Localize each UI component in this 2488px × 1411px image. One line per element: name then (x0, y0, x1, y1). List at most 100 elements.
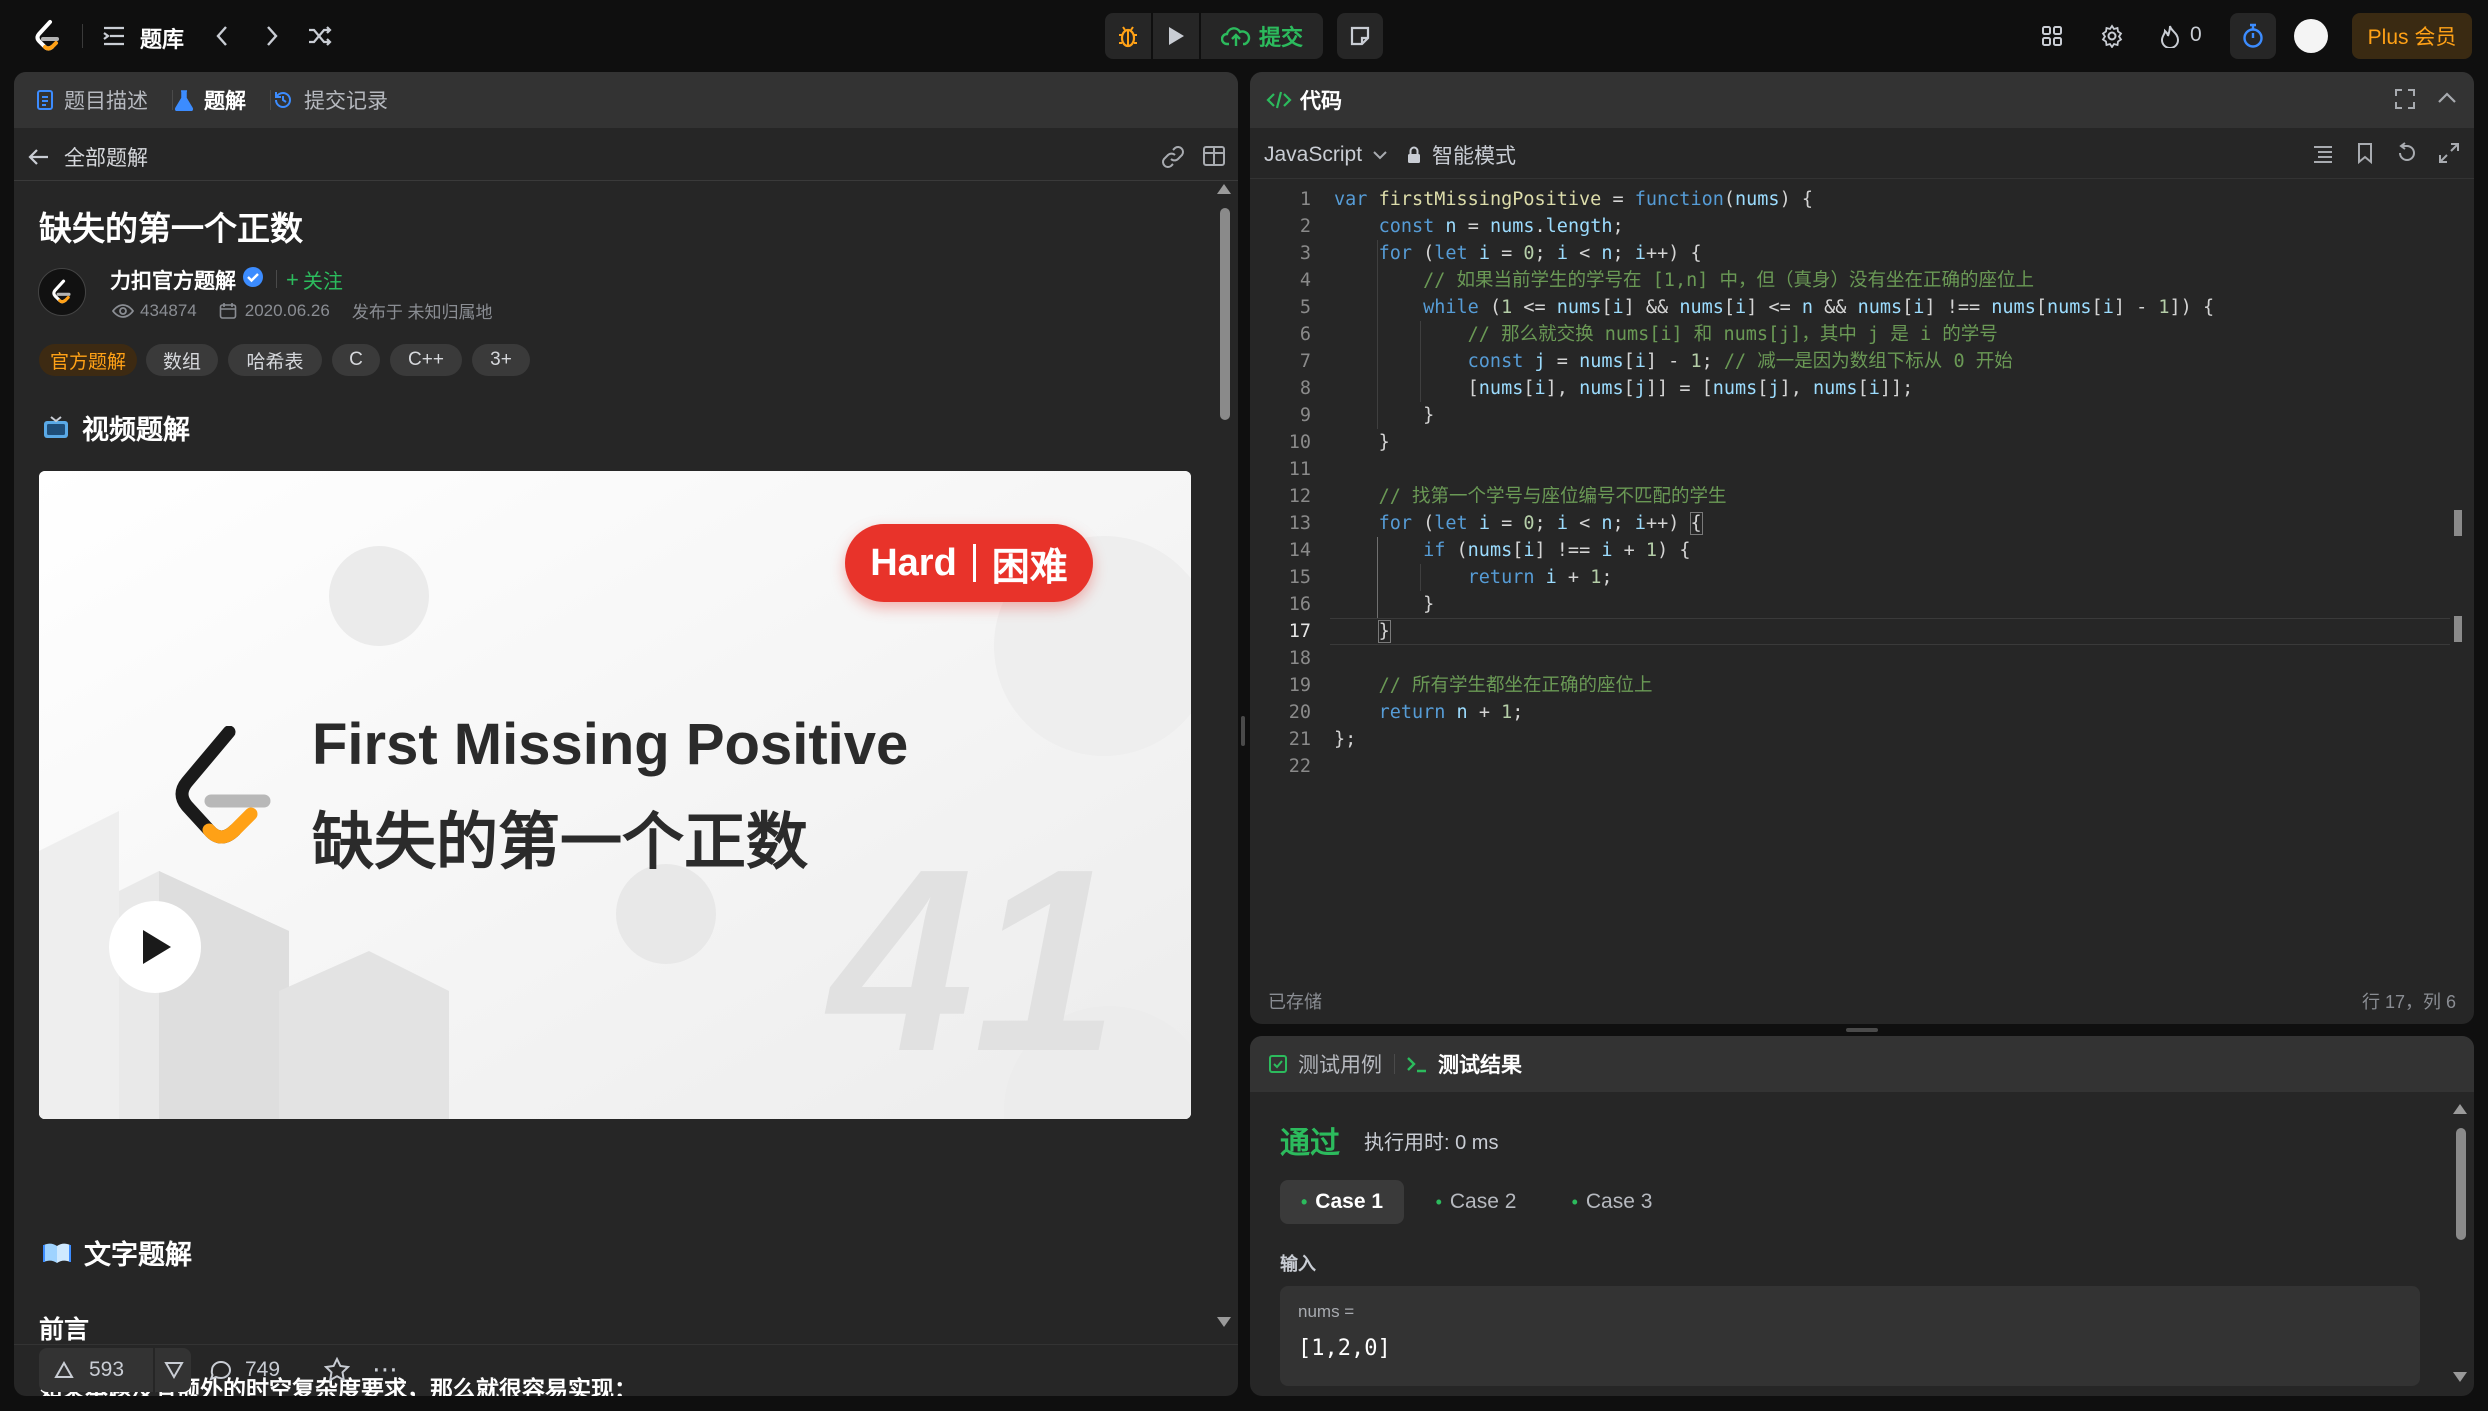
problem-list-label[interactable]: 题库 (140, 22, 184, 54)
plus-member-label: Plus 会员 (2367, 26, 2457, 49)
collapse-icon[interactable] (2436, 90, 2458, 111)
shuffle-icon[interactable] (304, 20, 336, 52)
line-number: 11 (1288, 459, 1311, 480)
plus-icon: + (286, 266, 299, 292)
author-avatar[interactable] (38, 268, 86, 316)
calendar-icon (219, 302, 237, 319)
code-line: // 找第一个学号与座位编号不匹配的学生 (1378, 486, 1727, 507)
expand-icon[interactable] (2438, 142, 2460, 169)
tab-testcases-label: 测试用例 (1298, 1054, 1382, 1077)
publish-date: 2020.06.26 (244, 300, 330, 320)
input-variable-name: nums = (1298, 1302, 1355, 1321)
line-number: 10 (1288, 432, 1311, 453)
author-meta: 434874 2020.06.26 发布于 未知归属地 (112, 298, 493, 323)
debug-button[interactable] (1105, 13, 1151, 59)
runtime-text: 执行用时: 0 ms (1364, 1132, 1499, 1154)
case-tab-2[interactable]: • Case 2 (1414, 1180, 1538, 1224)
leetcode-logo[interactable] (30, 18, 66, 54)
tag-cpp[interactable]: C++ (390, 344, 462, 376)
format-icon[interactable] (2312, 144, 2334, 169)
terminal-icon (1407, 1057, 1426, 1073)
line-number: 13 (1288, 513, 1311, 534)
bookmark-icon[interactable] (2356, 142, 2374, 169)
tab-testcases[interactable]: 测试用例 (1268, 1036, 1382, 1092)
scrollbar-thumb[interactable] (2456, 1128, 2466, 1240)
cursor-position: 行 17，列 6 (2362, 992, 2457, 1012)
scroll-down-arrow[interactable] (2453, 1372, 2467, 1382)
follow-divider (276, 270, 277, 288)
back-label: 全部题解 (64, 147, 148, 170)
avatar[interactable] (2294, 19, 2328, 53)
input-box: nums = [1,2,0] (1280, 1286, 2420, 1386)
link-icon[interactable] (1160, 144, 1186, 175)
line-number: 2 (1299, 216, 1311, 237)
back-to-all-solutions[interactable]: 全部题解 (28, 136, 148, 178)
case-tab-1[interactable]: • Case 1 (1280, 1180, 1404, 1224)
streak-flame-icon[interactable] (2156, 20, 2184, 52)
layout-grid-icon[interactable] (2036, 20, 2068, 52)
upvote-button[interactable]: 593 (39, 1348, 151, 1392)
code-line: // 那么就交换 nums[i] 和 nums[j]，其中 j 是 i 的学号 (1467, 324, 1998, 345)
star-icon[interactable] (323, 1356, 351, 1388)
tab-description[interactable]: 题目描述 (36, 72, 148, 128)
video-player[interactable]: Hard 困难 First Missing Positive 缺失的第一个正数 … (39, 471, 1191, 1119)
difficulty-zh: 困难 (991, 546, 1068, 589)
play-button[interactable] (109, 901, 201, 993)
language-select[interactable]: JavaScript (1264, 136, 1388, 174)
tag-c[interactable]: C (332, 344, 380, 376)
line-number: 1 (1299, 189, 1311, 210)
gear-icon[interactable] (2096, 20, 2128, 52)
case-tab-3[interactable]: • Case 3 (1550, 1180, 1674, 1224)
tab-solutions[interactable]: 题解 (174, 72, 246, 128)
line-number: 14 (1288, 540, 1311, 561)
vertical-resize-handle[interactable] (1846, 1028, 1878, 1032)
scroll-up-arrow[interactable] (2453, 1104, 2467, 1114)
play-icon (143, 930, 171, 964)
scrollbar-thumb[interactable] (1220, 208, 1230, 420)
next-problem-icon[interactable] (256, 20, 288, 52)
streak-count[interactable]: 0 (2190, 23, 2202, 47)
reset-icon[interactable] (2396, 142, 2418, 169)
tag-hash-table[interactable]: 哈希表 (228, 344, 322, 376)
run-button[interactable] (1153, 13, 1199, 59)
fullscreen-icon[interactable] (2394, 88, 2416, 115)
scroll-down-arrow[interactable] (1217, 1317, 1231, 1327)
tag-array[interactable]: 数组 (146, 344, 218, 376)
split-view-icon[interactable] (1202, 144, 1226, 173)
more-options-icon[interactable]: ⋯ (372, 1354, 399, 1385)
input-label: 输入 (1280, 1254, 1316, 1274)
tag-more[interactable]: 3+ (472, 344, 530, 376)
smart-mode-toggle[interactable]: 智能模式 (1406, 136, 1516, 174)
tag-official[interactable]: 官方题解 (39, 344, 137, 376)
test-panel-tabs: 测试用例 测试结果 (1250, 1036, 2474, 1092)
verified-badge-icon (242, 266, 264, 288)
scroll-up-arrow[interactable] (1217, 184, 1231, 194)
note-button[interactable] (1337, 13, 1383, 59)
panel-resize-handle[interactable] (1241, 716, 1245, 746)
code-line: for (let i = 0; i < n; i++) { (1378, 512, 1703, 535)
line-number: 22 (1288, 756, 1311, 777)
timer-button[interactable] (2230, 13, 2276, 59)
comments-button[interactable]: 749 (209, 1348, 280, 1392)
code-line: } (1423, 594, 1435, 615)
text-section-label: 文字题解 (84, 1240, 192, 1270)
list-icon[interactable] (98, 20, 130, 52)
plus-member-button[interactable]: Plus 会员 (2352, 13, 2472, 59)
code-title-label: 代码 (1300, 90, 1342, 113)
prev-problem-icon[interactable] (206, 20, 238, 52)
video-title-en: First Missing Positive (312, 712, 909, 777)
text-section-title: 文字题解 (42, 1233, 192, 1272)
tab-test-result[interactable]: 测试结果 (1406, 1036, 1522, 1092)
submit-button[interactable]: 提交 (1201, 13, 1323, 59)
code-line: [nums[i], nums[j]] = [nums[j], nums[i]]; (1467, 378, 1914, 399)
tab-divider (172, 90, 173, 110)
downvote-button[interactable] (157, 1348, 191, 1392)
tab-submissions[interactable]: 提交记录 (272, 72, 388, 128)
line-number: 21 (1288, 729, 1311, 750)
pass-dot-icon: • (1435, 1191, 1442, 1212)
difficulty-badge: Hard 困难 (845, 524, 1093, 602)
tab-test-result-label: 测试结果 (1438, 1054, 1522, 1077)
author-name[interactable]: 力扣官方题解 (110, 265, 236, 295)
follow-button[interactable]: + 关注 (286, 265, 343, 294)
code-line: return n + 1; (1378, 702, 1524, 723)
